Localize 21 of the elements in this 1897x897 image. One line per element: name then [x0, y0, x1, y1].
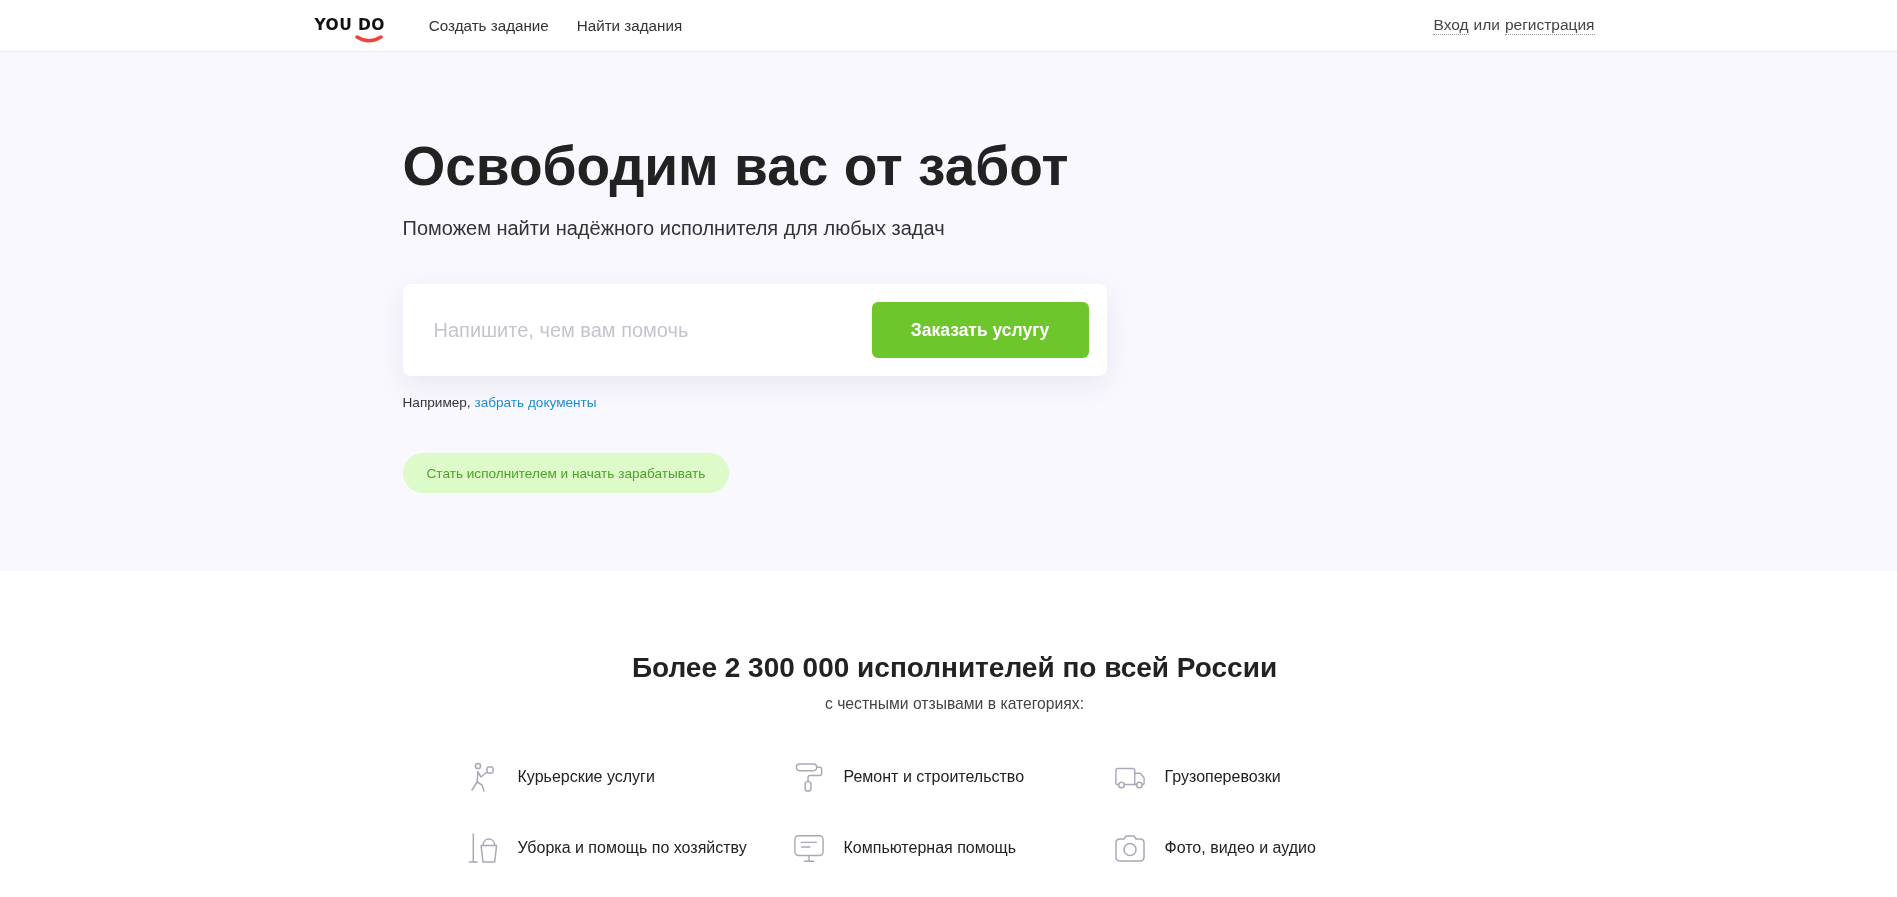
- logo[interactable]: YOU DO: [314, 8, 385, 43]
- nav-link[interactable]: Найти задания: [576, 17, 683, 34]
- category-link[interactable]: Компьютерная помощь: [792, 828, 1017, 868]
- section-title: Более 2 300 000 исполнителей по всей России: [631, 651, 1278, 685]
- register-link[interactable]: регистрация: [1504, 16, 1595, 35]
- monitor-icon: [792, 832, 825, 864]
- hero-subtitle: Поможем найти надёжного исполнителя для любых задач: [402, 216, 945, 241]
- example-hint: Например, забрать документы: [402, 394, 597, 412]
- category-link[interactable]: Ремонт и строительство: [792, 757, 1025, 797]
- or-text: или: [1473, 16, 1500, 34]
- smile-icon: [354, 34, 383, 43]
- hero-title: Освободим вас от забот: [402, 134, 1069, 198]
- login-link[interactable]: Вход: [1433, 16, 1469, 35]
- bucket-mop-icon: [466, 832, 499, 864]
- category-link[interactable]: Курьерские услуги: [466, 757, 655, 797]
- category-link[interactable]: Фото, видео и аудио: [1113, 828, 1316, 868]
- nav-link[interactable]: Создать задание: [428, 17, 549, 34]
- category-link[interactable]: Грузоперевозки: [1113, 757, 1281, 797]
- category-link[interactable]: Уборка и помощь по хозяйству: [466, 828, 747, 868]
- camera-icon: [1113, 832, 1146, 864]
- section-subtitle: с честными отзывами в категориях:: [824, 694, 1085, 714]
